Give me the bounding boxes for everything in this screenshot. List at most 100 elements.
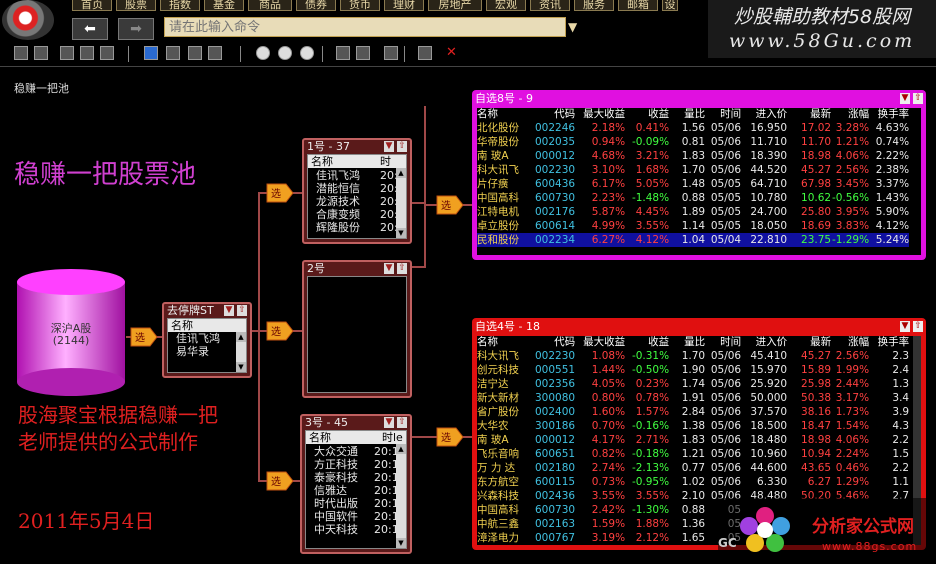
layout1-icon[interactable] [144,46,158,60]
menu-item[interactable]: 房地产 [428,0,482,11]
list-item[interactable]: 合康变频 20: [308,208,396,221]
table-row[interactable]: 省广股份 002400 1.60% 1.57% 2.84 05/06 37.570 38.16… [477,405,909,419]
menu-item[interactable]: 首页 [72,0,112,11]
table-row[interactable]: 中国高科 600730 2.23% -1.48% 0.88 05/05 10.780 10.6… [477,191,909,205]
forward-button[interactable]: ➡ [118,18,154,40]
table-row[interactable]: 卓立股份 600614 4.99% 3.55% 1.14 05/05 18.050 18.69… [477,219,909,233]
list-item[interactable]: 中国软件 20:1 [306,510,396,523]
filter-icon[interactable]: ▼ [224,305,234,316]
list-item[interactable]: 中天科技 20:1 [306,523,396,536]
command-input[interactable] [164,17,566,37]
filter-arrow[interactable]: 选 [130,326,164,348]
menu-item[interactable]: 股票 [116,0,156,11]
list-item[interactable]: 辉隆股份 20: [308,221,396,234]
app-logo[interactable] [2,0,54,40]
menu-item[interactable]: 债券 [296,0,336,11]
table-row[interactable]: 洁宁达 002356 4.05% 0.23% 1.74 05/06 25.920 25.98 2… [477,377,909,391]
column-header[interactable]: 收益 [625,336,669,349]
menu-item[interactable]: 邮箱 [618,0,658,11]
pool-3-box[interactable]: 3号 - 45 ▼ ⇧ 名称 时le 大众交通 20:1 方正科技 20:1 泰豪科技 20… [300,414,412,554]
expand-icon[interactable]: ⇧ [237,305,247,316]
save-as-icon[interactable] [80,46,94,60]
filter-arrow[interactable]: 选 [266,320,300,342]
column-header[interactable]: 进入价 [741,336,788,349]
column-header[interactable]: 最大收益 [575,336,625,349]
menu-item[interactable]: 设 [662,0,678,11]
list-item[interactable]: 信雅达 20:1 [306,484,396,497]
list-item[interactable]: 佳讯飞鸿 20: [308,169,396,182]
filter-arrow[interactable]: 选 [266,470,300,492]
table-row[interactable]: 南 玻A 000012 4.68% 3.21% 1.83 05/06 18.390 18.98… [477,149,909,163]
close-icon[interactable]: ✕ [446,46,460,60]
menu-item[interactable]: 宏观 [486,0,526,11]
layout2-icon[interactable] [166,46,180,60]
list-item[interactable]: 潜能恒信 20: [308,182,396,195]
scroll-down-icon[interactable]: ▼ [396,228,406,238]
filter-icon[interactable]: ▼ [384,141,394,152]
column-header[interactable]: 收益 [625,108,669,121]
back-button[interactable]: ⬅ [72,18,108,40]
list-item[interactable]: 时代出版 20:1 [306,497,396,510]
column-header[interactable]: 时间 [705,336,741,349]
column-header[interactable]: 进入价 [741,108,788,121]
column-header[interactable]: 涨幅 [831,336,869,349]
menu-item[interactable]: 商品 [248,0,292,11]
column-header[interactable]: 最新 [787,336,831,349]
menu-item[interactable]: 货币 [340,0,380,11]
command-dropdown-icon[interactable]: ▼ [568,20,577,34]
source-cylinder[interactable]: 深沪A股 (2144) [16,268,126,398]
table-row[interactable]: 南 玻A 000012 4.17% 2.71% 1.83 05/06 18.480 18.98… [477,433,909,447]
list-item[interactable]: 泰豪科技 20:1 [306,471,396,484]
filter-icon[interactable]: ▼ [384,417,394,428]
filter-arrow[interactable]: 选 [266,182,300,204]
list-item[interactable]: 方正科技 20:1 [306,458,396,471]
column-header[interactable]: 量比 [669,336,705,349]
layout3-icon[interactable] [188,46,202,60]
filter-icon[interactable]: ▼ [900,93,910,104]
table-row[interactable]: 创元科技 000551 1.44% -0.50% 1.90 05/06 15.970 15.8… [477,363,909,377]
list-item[interactable]: 大众交通 20:1 [306,445,396,458]
filter-icon[interactable]: ▼ [384,263,394,274]
expand-icon[interactable]: ⇧ [397,141,407,152]
scroll-up-icon[interactable]: ▲ [396,168,406,178]
filter-arrow[interactable]: 选 [436,194,470,216]
column-header[interactable]: 名称 [477,108,535,121]
watchlist-8-panel[interactable]: 自选8号 - 9 ▼ ⇧ 名称 代码 最大收益 收益 量比 时间 进入价 最新 涨幅 换手率 北化股… [472,90,926,260]
scroll-down-icon[interactable]: ▼ [236,362,246,372]
column-header[interactable]: 代码 [535,108,575,121]
pool-filter-box[interactable]: 去停牌ST ▼ ⇧ 名称 佳讯飞鸿 易华录 ▲ ▼ [162,302,252,378]
list-item[interactable]: 佳讯飞鸿 [168,332,236,345]
table-row[interactable]: 科大讯飞 002230 1.08% -0.31% 1.70 05/06 45.410 45.2… [477,349,909,363]
pool-2-box[interactable]: 2号 ▼ ⇧ [302,260,412,398]
scroll-up-icon[interactable]: ▲ [236,332,246,342]
tool1-icon[interactable] [336,46,350,60]
table-row[interactable]: 飞乐音响 600651 0.82% -0.18% 1.21 05/06 10.960 10.9… [477,447,909,461]
scroll-up-icon[interactable]: ▲ [396,444,406,454]
table-row[interactable]: 大华农 300186 0.70% -0.16% 1.38 05/06 18.500 18.47… [477,419,909,433]
stop-icon[interactable] [300,46,314,60]
filter-icon[interactable]: ▼ [900,321,910,332]
tool3-icon[interactable] [384,46,398,60]
column-header[interactable]: 名称 [477,336,535,349]
table-row[interactable]: 民和股份 002234 6.27% 4.12% 1.04 05/04 22.810 23.75… [477,233,910,247]
column-header[interactable]: 代码 [535,336,575,349]
filter-arrow[interactable]: 选 [436,426,470,448]
pause-icon[interactable] [278,46,292,60]
column-header[interactable]: 涨幅 [831,108,869,121]
column-header[interactable]: 量比 [669,108,705,121]
table-row[interactable]: 片仔癀 600436 6.17% 5.05% 1.48 05/05 64.710 67.98 3… [477,177,909,191]
image-icon[interactable] [418,46,432,60]
menu-item[interactable]: 基金 [204,0,244,11]
table-row[interactable]: 东方航空 600115 0.73% -0.95% 1.02 05/06 6.330 6.27 1… [477,475,909,489]
expand-icon[interactable]: ⇧ [913,93,923,104]
step-icon[interactable] [256,46,270,60]
table-row[interactable]: 新大新材 300080 0.80% 0.78% 1.91 05/06 50.000 50.38… [477,391,909,405]
menu-item[interactable]: 理财 [384,0,424,11]
save-icon[interactable] [60,46,74,60]
expand-icon[interactable]: ⇧ [913,321,923,332]
column-header[interactable]: 换手率 [869,336,910,349]
table-row[interactable]: 华帝股份 002035 0.94% -0.09% 0.81 05/06 11.710 11.7… [477,135,909,149]
list-item[interactable]: 易华录 [168,345,236,358]
scrollbar[interactable]: ▲ ▼ [396,444,406,548]
table-row[interactable]: 江特电机 002176 5.87% 4.45% 1.89 05/05 24.700 25.80… [477,205,909,219]
